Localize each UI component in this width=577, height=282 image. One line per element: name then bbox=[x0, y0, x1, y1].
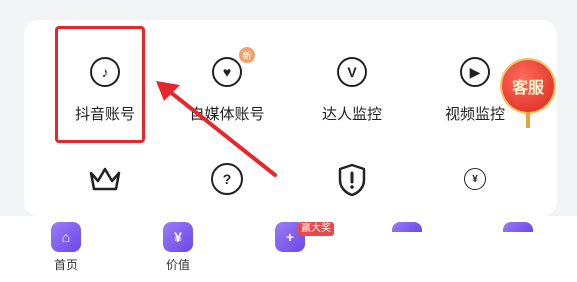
tab-partial[interactable] bbox=[392, 222, 422, 232]
lantern-tassel bbox=[526, 112, 530, 128]
shield-alert-icon bbox=[338, 163, 366, 197]
tab-partial[interactable] bbox=[503, 222, 533, 232]
customer-service-button[interactable]: 客服 bbox=[500, 56, 558, 128]
win-prize-badge: 赢大奖 bbox=[298, 222, 334, 236]
grid-item-label: 达人监控 bbox=[321, 106, 382, 123]
new-badge: 新 bbox=[239, 47, 255, 63]
home-icon: ⌂ bbox=[51, 222, 81, 252]
grid-item-shield[interactable] bbox=[302, 163, 402, 203]
grid-item-influencer-monitor[interactable]: V 达人监控 bbox=[302, 57, 402, 137]
yen-coin-icon: ¥ bbox=[464, 168, 486, 190]
pointer-arrow-icon bbox=[156, 81, 277, 177]
tab-home[interactable]: ⌂ 首页 bbox=[46, 222, 86, 272]
v-letter-icon: V bbox=[337, 57, 367, 87]
grid-item-yen[interactable]: ¥ bbox=[425, 168, 525, 198]
crown-icon bbox=[89, 167, 121, 191]
customer-service-label: 客服 bbox=[502, 60, 554, 112]
play-icon: ▶ bbox=[460, 57, 490, 87]
tab-label: 首页 bbox=[53, 258, 78, 272]
yen-icon: ¥ bbox=[163, 222, 193, 252]
highlight-box bbox=[55, 26, 145, 143]
tab-label: 价值 bbox=[165, 258, 190, 272]
grid-item-crown[interactable] bbox=[55, 165, 155, 205]
tab-value[interactable]: ¥ 价值 bbox=[158, 222, 198, 272]
